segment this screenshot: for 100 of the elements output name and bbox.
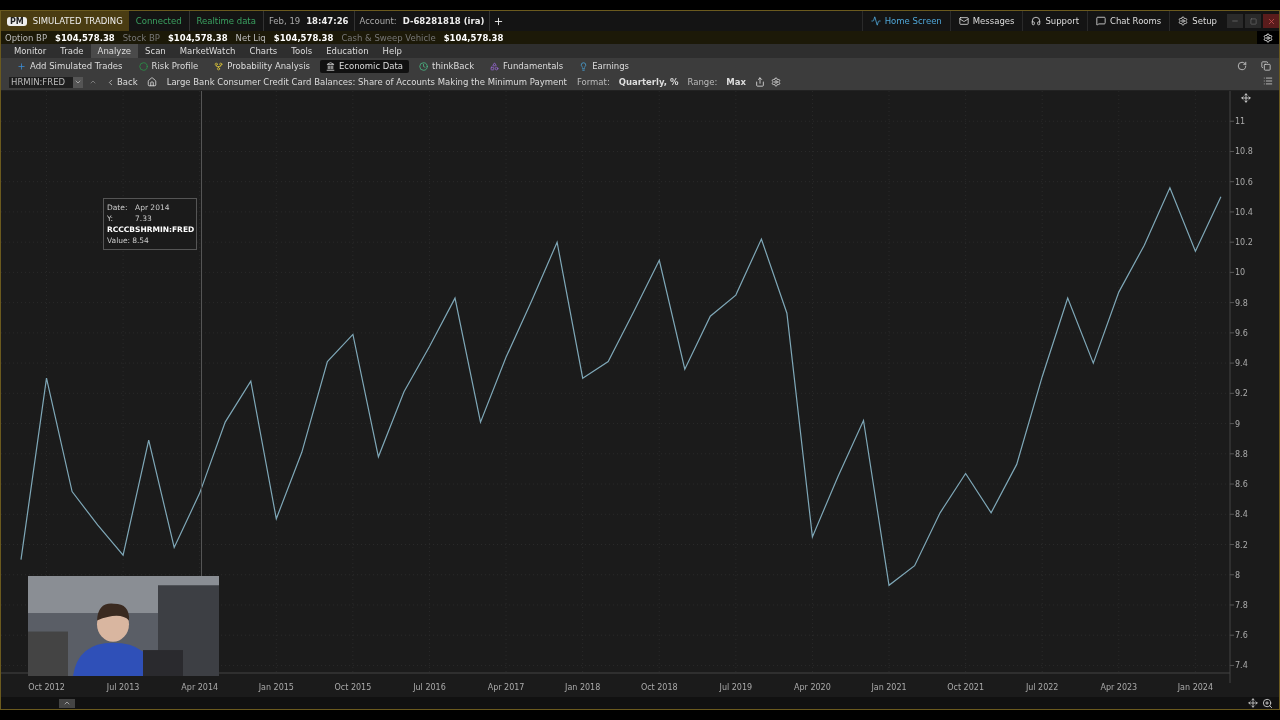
x-axis-label: Oct 2015: [334, 683, 372, 692]
settings-icon: [1178, 16, 1189, 26]
y-axis-label: 9: [1235, 419, 1241, 429]
x-axis-label: Jul 2022: [1025, 683, 1059, 692]
symbol-field[interactable]: HRMIN:FRED: [9, 76, 83, 88]
y-axis-label: 7.8: [1235, 600, 1248, 610]
sub-tab[interactable]: Earnings: [573, 59, 636, 73]
close-icon: [1266, 16, 1276, 26]
menu-tab[interactable]: MarketWatch: [172, 44, 243, 58]
pan-icon[interactable]: [1248, 697, 1258, 708]
zoom-icon[interactable]: [1262, 697, 1273, 709]
y-axis-label: 9.4: [1235, 359, 1248, 369]
mail-icon: [958, 16, 969, 26]
y-axis-label: 10: [1235, 268, 1246, 278]
plus-icon: [17, 61, 26, 71]
x-axis-label: Jan 2024: [1177, 683, 1213, 692]
x-axis-label: Jul 2016: [413, 683, 446, 692]
date-text: Feb, 19: [267, 16, 302, 26]
x-axis-label: Oct 2012: [28, 683, 65, 692]
x-axis-label: Jan 2021: [871, 683, 907, 692]
y-axis-label: 11: [1235, 117, 1246, 127]
y-axis-label: 8: [1235, 570, 1241, 580]
home-icon[interactable]: [146, 77, 157, 87]
balance-label: Net Liq: [234, 32, 267, 43]
x-axis-label: Jul 2019: [719, 683, 753, 692]
headset-icon: [1031, 16, 1042, 26]
sub-tab[interactable]: Probability Analysis: [208, 59, 316, 73]
menu-tab[interactable]: Tools: [284, 44, 320, 58]
menu-tab[interactable]: Help: [375, 44, 409, 58]
menu-tab[interactable]: Analyze: [90, 44, 139, 58]
settings-icon[interactable]: [771, 77, 781, 87]
y-axis-label: 10.6: [1235, 177, 1253, 187]
y-axis-label: 8.8: [1235, 449, 1248, 459]
menu-tab[interactable]: Scan: [138, 44, 173, 58]
y-axis-label: 7.4: [1235, 661, 1248, 671]
y-axis-label: 9.2: [1235, 389, 1248, 399]
maximize-icon: [1249, 17, 1257, 25]
sub-tab[interactable]: Economic Data: [319, 59, 410, 73]
menu-tab[interactable]: Trade: [53, 44, 91, 58]
plus-icon[interactable]: [493, 15, 505, 27]
x-axis-label: Jan 2018: [565, 683, 601, 692]
activity-icon: [870, 16, 881, 26]
sub-tab[interactable]: Fundamentals: [484, 59, 570, 73]
y-axis-label: 9.8: [1235, 298, 1248, 308]
balance-label: Option BP: [4, 32, 49, 43]
account-label: Account:: [358, 16, 398, 26]
clock-icon: [419, 61, 429, 71]
range-dropdown[interactable]: Max: [723, 77, 749, 87]
y-axis-label: 8.2: [1235, 540, 1248, 550]
balance-value: $104,578.38: [166, 32, 229, 43]
y-axis-label: 7.6: [1235, 631, 1248, 641]
format-label: Format:: [576, 77, 610, 87]
balance-value: $104,578.38: [54, 32, 116, 43]
stepper-icon[interactable]: [89, 78, 97, 86]
range-label: Range:: [687, 77, 718, 87]
y-axis-label: 10.4: [1235, 207, 1253, 217]
lightbulb-icon: [579, 61, 589, 71]
share-icon[interactable]: [755, 77, 765, 87]
x-axis-label: Jan 2015: [258, 683, 294, 692]
minimize-icon: [1231, 17, 1239, 25]
menu-tab[interactable]: Charts: [242, 44, 285, 58]
time-text: 18:47:26: [305, 16, 350, 26]
balance-value: $104,578.38: [442, 32, 505, 43]
x-axis-label: Apr 2023: [1100, 683, 1138, 692]
balance-label: Cash & Sweep Vehicle: [340, 32, 437, 43]
y-axis-label: 9.6: [1235, 328, 1248, 338]
y-axis-label: 10.8: [1235, 147, 1253, 157]
connection-status: Connected: [134, 16, 183, 26]
menu-tab[interactable]: Education: [319, 44, 376, 58]
connection-status: Realtime data: [195, 16, 257, 26]
x-axis-label: Apr 2017: [487, 683, 525, 692]
back-button[interactable]: Back: [103, 77, 141, 87]
circle-icon: [138, 61, 148, 71]
sub-tab[interactable]: Add Simulated Trades: [11, 59, 129, 73]
series-title: Large Bank Consumer Credit Card Balances: Share of Accounts Making the Minimum Payment: [165, 77, 568, 87]
list-icon[interactable]: [1263, 76, 1273, 86]
sub-tab[interactable]: thinkBack: [413, 59, 481, 73]
dropdown-icon: [74, 78, 82, 86]
x-axis-label: Oct 2018: [640, 683, 678, 692]
chevron-left-icon: [106, 77, 115, 87]
refresh-icon[interactable]: [1237, 61, 1247, 71]
sub-tab[interactable]: Risk Profile: [132, 59, 205, 73]
x-axis-label: Jul 2013: [106, 683, 140, 692]
x-axis-label: Oct 2021: [947, 683, 984, 692]
menu-tab[interactable]: Monitor: [7, 44, 54, 58]
y-axis-label: 10.2: [1235, 238, 1253, 248]
platform-badge: PM: [7, 16, 27, 26]
shapes-icon: [490, 61, 500, 71]
detach-icon[interactable]: [1261, 61, 1271, 71]
x-axis-label: Apr 2014: [181, 683, 219, 692]
account-id: D-68281818 (ira): [401, 16, 486, 26]
balance-label: Stock BP: [121, 32, 161, 43]
x-axis-label: Apr 2020: [794, 683, 831, 692]
balance-value: $104,578.38: [272, 32, 335, 43]
trading-mode: SIMULATED TRADING: [32, 16, 123, 26]
fork-icon: [214, 61, 224, 71]
format-dropdown[interactable]: Quarterly, %: [615, 77, 682, 87]
y-axis-label: 8.6: [1235, 480, 1248, 490]
y-axis-label: 8.4: [1235, 510, 1248, 520]
speech-bubble-icon: [1096, 16, 1107, 26]
